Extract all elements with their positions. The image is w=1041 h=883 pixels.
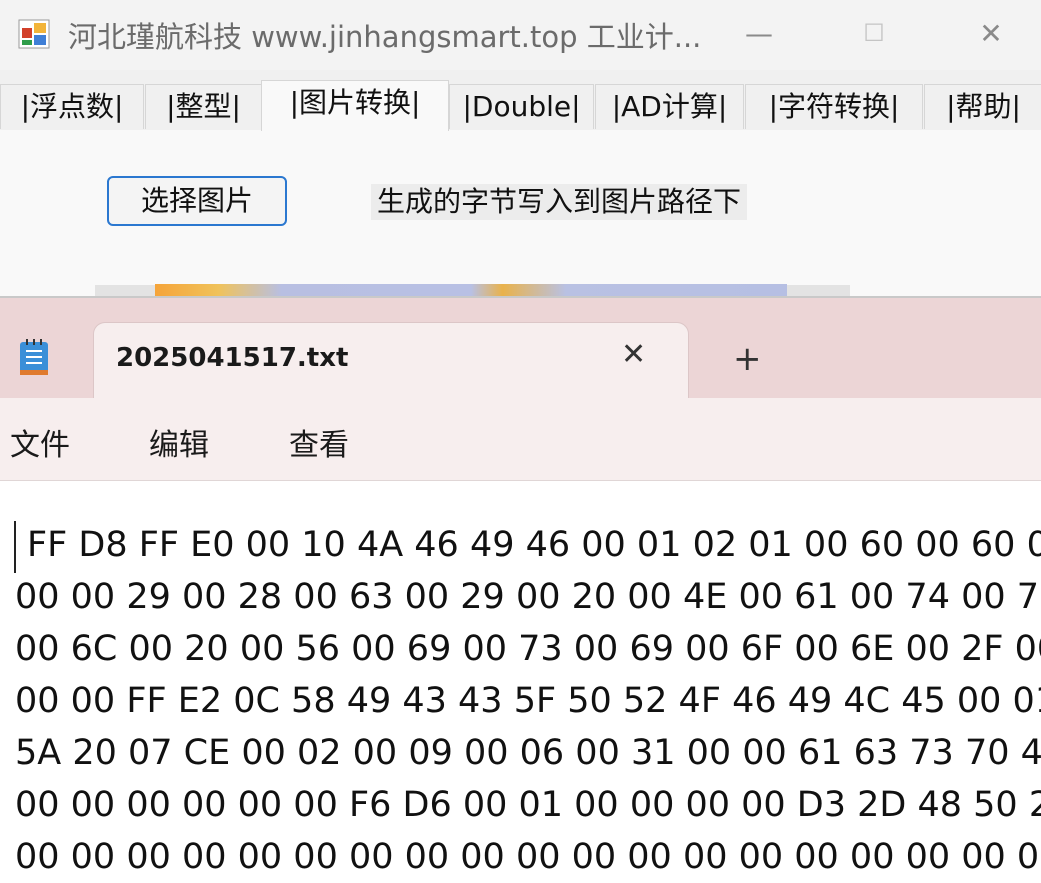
notepad-file-tab[interactable]: 2025041517.txt ✕ — [93, 322, 689, 398]
tab-integer[interactable]: |整型| — [145, 84, 262, 129]
editor-line: 00 00 29 00 28 00 63 00 29 00 20 00 4E 0… — [15, 577, 1041, 617]
menu-edit[interactable]: 编辑 — [149, 420, 209, 464]
maximize-icon: ☐ — [863, 19, 885, 47]
editor-line: FF D8 FF E0 00 10 4A 46 49 46 00 01 02 0… — [27, 525, 1041, 565]
menu-file[interactable]: 文件 — [10, 420, 70, 464]
tab-ad-calc[interactable]: |AD计算| — [595, 84, 744, 129]
text-editor[interactable]: FF D8 FF E0 00 10 4A 46 49 46 00 01 02 0… — [0, 481, 1041, 883]
close-tab-icon[interactable]: ✕ — [621, 337, 646, 372]
title-bar: 河北瑾航科技 www.jinhangsmart.top 工业计... — ☐ ✕ — [0, 0, 1041, 70]
tab-float[interactable]: |浮点数| — [0, 84, 144, 129]
close-icon: ✕ — [979, 16, 1003, 50]
editor-line: 00 00 FF E2 0C 58 49 43 43 5F 50 52 4F 4… — [15, 681, 1041, 721]
select-image-button[interactable]: 选择图片 — [107, 176, 287, 226]
menu-view[interactable]: 查看 — [289, 420, 349, 464]
notepad-window: 2025041517.txt ✕ + 文件 编辑 查看 FF D8 FF E0 … — [0, 296, 1041, 883]
tab-double[interactable]: |Double| — [449, 84, 594, 129]
close-button[interactable]: ✕ — [961, 10, 1021, 56]
notepad-icon — [20, 339, 48, 375]
file-tab-title: 2025041517.txt — [116, 343, 349, 373]
app-icon — [18, 19, 50, 49]
editor-line: 00 00 00 00 00 00 00 00 00 00 00 00 00 0… — [15, 837, 1041, 877]
maximize-button[interactable]: ☐ — [844, 10, 904, 56]
minimize-icon: — — [745, 16, 773, 50]
editor-line: 5A 20 07 CE 00 02 00 09 00 06 00 31 00 0… — [15, 733, 1041, 773]
minimize-button[interactable]: — — [729, 10, 789, 56]
output-hint-label: 生成的字节写入到图片路径下 — [371, 184, 748, 220]
notepad-tab-bar: 2025041517.txt ✕ + — [0, 298, 1041, 398]
add-tab-icon[interactable]: + — [733, 342, 762, 376]
window-title: 河北瑾航科技 www.jinhangsmart.top 工业计... — [68, 20, 702, 54]
notepad-menu-bar: 文件 编辑 查看 — [0, 398, 1041, 481]
editor-line: 00 00 00 00 00 00 F6 D6 00 01 00 00 00 0… — [15, 785, 1041, 825]
tab-image-convert[interactable]: |图片转换| — [261, 80, 449, 131]
text-caret — [14, 521, 16, 573]
tab-char-convert[interactable]: |字符转换| — [745, 84, 923, 129]
editor-line: 00 6C 00 20 00 56 00 69 00 73 00 69 00 6… — [15, 629, 1041, 669]
image-convert-window: 河北瑾航科技 www.jinhangsmart.top 工业计... — ☐ ✕… — [0, 0, 1041, 297]
tab-help[interactable]: |帮助| — [924, 84, 1041, 129]
